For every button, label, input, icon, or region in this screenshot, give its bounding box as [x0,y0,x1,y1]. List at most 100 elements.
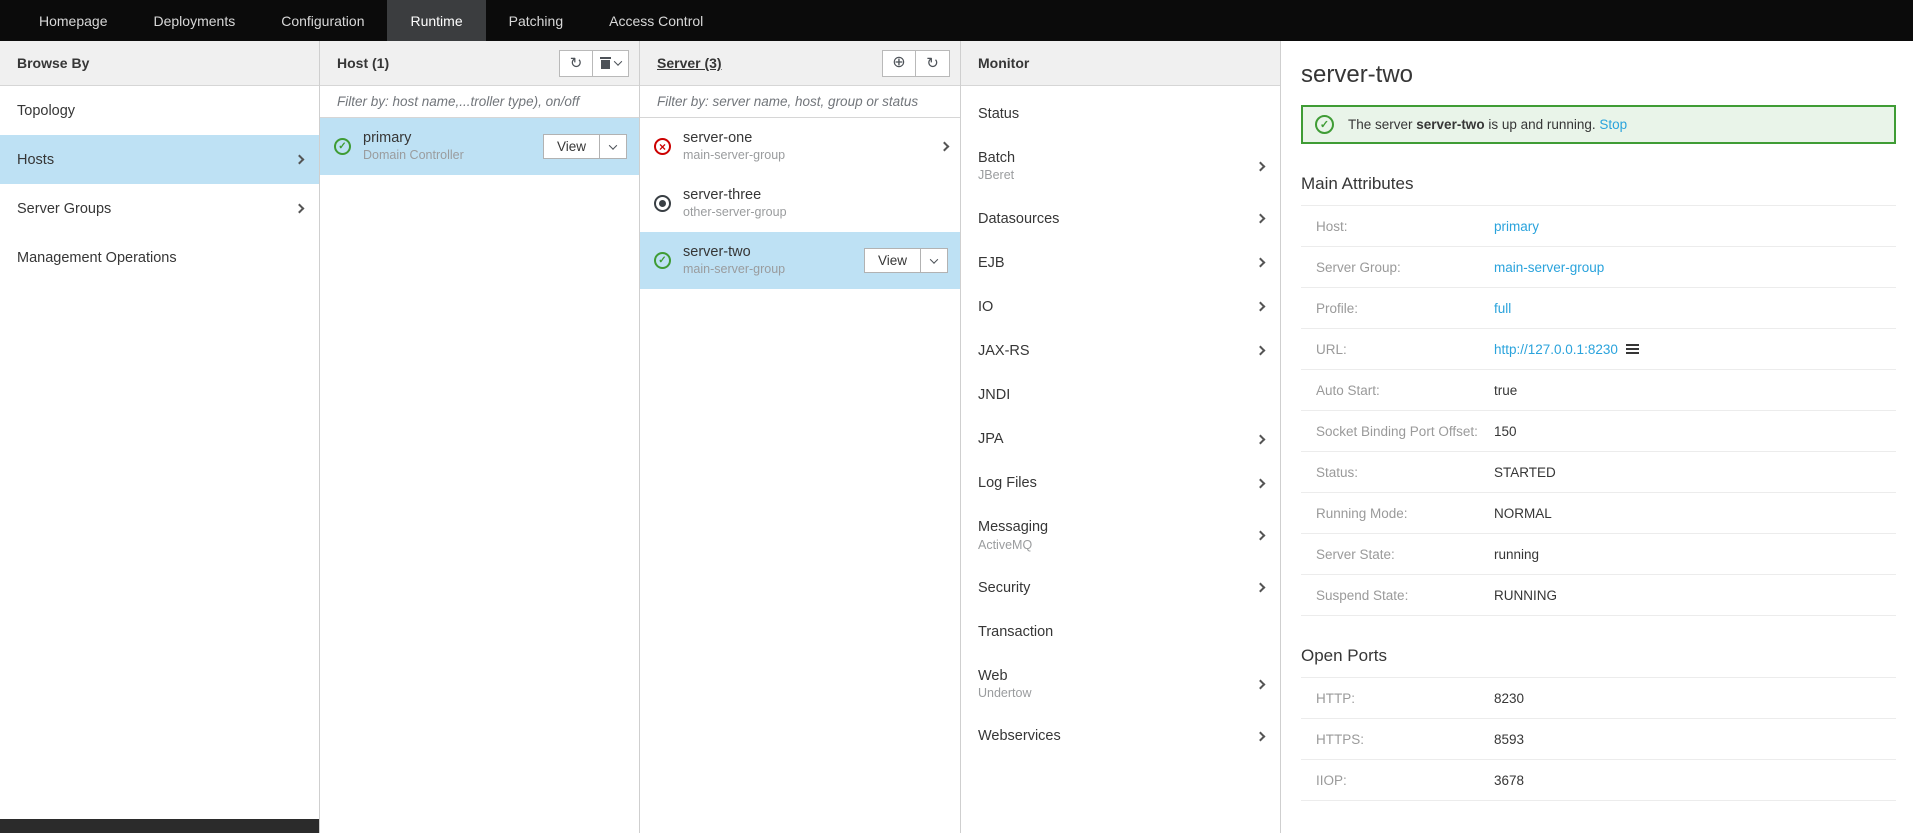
monitor-item-ejb[interactable]: EJB [961,241,1280,285]
host-view-caret-button[interactable] [600,134,627,159]
monitor-item-datasources[interactable]: Datasources [961,197,1280,241]
chevron-right-icon [1256,531,1266,541]
monitor-label: JAX-RS [978,342,1257,360]
profile-link[interactable]: full [1494,301,1511,316]
nav-runtime[interactable]: Runtime [387,0,485,41]
attr-value: NORMAL [1494,506,1552,521]
host-view-button[interactable]: View [543,134,600,159]
browse-item-label: Management Operations [17,250,177,266]
monitor-label: Security [978,579,1257,597]
port-label: HTTPS: [1316,732,1494,747]
port-value: 3678 [1494,773,1524,788]
port-value: 8593 [1494,732,1524,747]
attr-label: Profile: [1316,301,1494,316]
add-server-button[interactable]: ⊕ [882,50,916,77]
server-view-caret-button[interactable] [921,248,948,273]
server-url-link[interactable]: http://127.0.0.1:8230 [1494,342,1618,357]
nav-access-control[interactable]: Access Control [586,0,726,41]
port-row-iiop: IIOP: 3678 [1301,760,1896,801]
attr-label: Status: [1316,465,1494,480]
monitor-item-transaction[interactable]: Transaction [961,610,1280,654]
attr-row-host: Host: primary [1301,206,1896,247]
chevron-right-icon [295,155,305,165]
column-footer-strip [0,819,319,833]
attr-label: Server Group: [1316,260,1494,275]
monitor-subtitle: JBeret [978,167,1257,183]
monitor-label: Messaging [978,518,1257,536]
browse-item-topology[interactable]: Topology [0,86,319,135]
monitor-item-jpa[interactable]: JPA [961,417,1280,461]
attr-value: RUNNING [1494,588,1557,603]
monitor-label: Log Files [978,474,1257,492]
monitor-label-wrap: Log Files [978,474,1257,492]
monitor-item-webservices[interactable]: Webservices [961,714,1280,758]
host-filter-input[interactable] [320,86,639,118]
chevron-right-icon [1256,731,1266,741]
server-column-header: Server (3) ⊕ ↻ [640,41,960,86]
monitor-label: EJB [978,254,1257,272]
monitor-item-security[interactable]: Security [961,566,1280,610]
server-column: Server (3) ⊕ ↻ × server-one main-server-… [640,41,961,833]
monitor-list: Status Batch JBeret Datasources EJB IO [961,86,1280,759]
attr-label: Server State: [1316,547,1494,562]
host-delete-dropdown-button[interactable] [593,50,629,77]
host-text: primary Domain Controller [363,129,543,163]
server-row-server-three[interactable]: server-three other-server-group [640,175,960,232]
chevron-right-icon [1256,679,1266,689]
refresh-icon: ↻ [570,56,583,71]
monitor-label-wrap: Status [978,105,1264,123]
attr-row-auto-start: Auto Start: true [1301,370,1896,411]
server-filter-input[interactable] [640,86,960,118]
attr-row-status: Status: STARTED [1301,452,1896,493]
monitor-label-wrap: Batch JBeret [978,149,1257,183]
monitor-item-io[interactable]: IO [961,285,1280,329]
monitor-item-batch[interactable]: Batch JBeret [961,136,1280,196]
refresh-hosts-button[interactable]: ↻ [559,50,593,77]
monitor-label-wrap: Transaction [978,623,1264,641]
host-row-primary[interactable]: ✓ primary Domain Controller View [320,118,639,175]
nav-patching[interactable]: Patching [486,0,586,41]
server-url-icon[interactable] [1626,344,1639,355]
server-text: server-two main-server-group [683,243,864,277]
host-link[interactable]: primary [1494,219,1539,234]
server-column-title[interactable]: Server (3) [657,55,722,71]
trash-icon [600,57,611,69]
server-group-link[interactable]: main-server-group [1494,260,1604,275]
stop-server-link[interactable]: Stop [1599,117,1627,132]
server-row-server-two[interactable]: ✓ server-two main-server-group View [640,232,960,289]
chevron-right-icon [1256,161,1266,171]
attr-value: STARTED [1494,465,1556,480]
monitor-label: Status [978,105,1264,123]
monitor-item-log-files[interactable]: Log Files [961,461,1280,505]
monitor-item-messaging[interactable]: Messaging ActiveMQ [961,505,1280,565]
chevron-right-icon [1256,478,1266,488]
nav-configuration[interactable]: Configuration [258,0,387,41]
browse-item-label: Topology [17,103,75,119]
monitor-label-wrap: JAX-RS [978,342,1257,360]
finder-content: Browse By Topology Hosts Server Groups M… [0,41,1913,833]
attr-row-server-state: Server State: running [1301,534,1896,575]
port-value: 8230 [1494,691,1524,706]
attr-row-suspend-state: Suspend State: RUNNING [1301,575,1896,616]
server-view-button[interactable]: View [864,248,921,273]
attr-value: true [1494,383,1517,398]
refresh-servers-button[interactable]: ↻ [916,50,950,77]
monitor-item-jndi[interactable]: JNDI [961,373,1280,417]
attr-label: Suspend State: [1316,588,1494,603]
monitor-item-web[interactable]: Web Undertow [961,654,1280,714]
nav-deployments[interactable]: Deployments [131,0,259,41]
monitor-item-status[interactable]: Status [961,92,1280,136]
status-ok-icon: ✓ [654,252,671,269]
alert-prefix: The server [1348,117,1416,132]
browse-item-server-groups[interactable]: Server Groups [0,184,319,233]
server-row-server-one[interactable]: × server-one main-server-group [640,118,960,175]
server-name: server-three [683,186,948,204]
nav-homepage[interactable]: Homepage [16,0,131,41]
chevron-right-icon [1256,583,1266,593]
monitor-label-wrap: IO [978,298,1257,316]
browse-item-management-operations[interactable]: Management Operations [0,233,319,282]
browse-item-hosts[interactable]: Hosts [0,135,319,184]
monitor-item-jaxrs[interactable]: JAX-RS [961,329,1280,373]
monitor-column-header: Monitor [961,41,1280,86]
refresh-icon: ↻ [926,56,939,71]
